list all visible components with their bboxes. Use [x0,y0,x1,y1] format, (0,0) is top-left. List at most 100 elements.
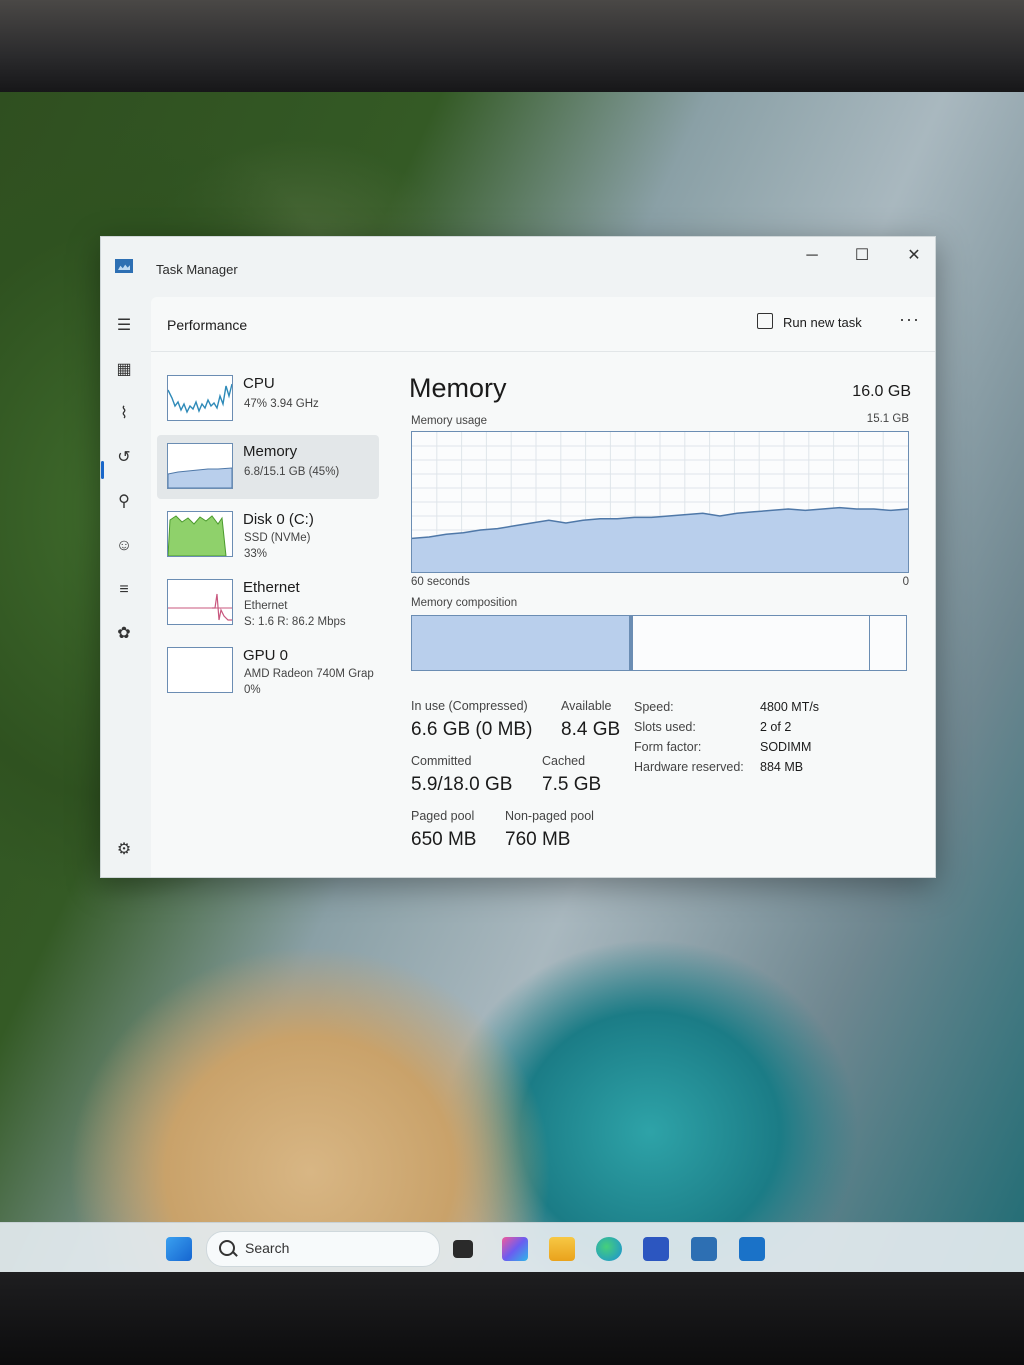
performance-page: Performance Run new task ··· CPU 47% 3.9… [151,297,935,877]
paged-pool-label: Paged pool [411,809,475,823]
device-usage: 0% [244,684,261,696]
in-use-label: In use (Compressed) [411,699,528,713]
performance-icon[interactable]: ⌇ [113,403,135,425]
form-factor-value: SODIMM [760,740,812,754]
slots-used-value: 2 of 2 [760,720,792,734]
memory-title: Memory [409,373,507,403]
disk-thumbnail-graph [167,511,233,557]
paged-pool-value: 650 MB [411,829,477,850]
available-value: 8.4 GB [561,719,621,740]
non-paged-pool-value: 760 MB [505,829,571,850]
in-use-segment [412,616,634,670]
page-header: Performance Run new task ··· [151,297,935,352]
device-usage: 33% [244,548,268,560]
speed-value: 4800 MT/s [760,700,820,714]
speed-label: Speed: [634,700,674,714]
details-icon[interactable]: ≡ [113,579,135,601]
slots-used-label: Slots used: [634,720,696,734]
device-detail: SSD (NVMe) [244,532,311,544]
cpu-sparkline [168,383,232,414]
minimize-button[interactable]: ─ [797,243,827,269]
form-factor-label: Form factor: [634,740,702,754]
device-list: CPU 47% 3.94 GHz Memory 6.8/15.1 GB (45%… [157,367,379,707]
settings-icon[interactable]: ⚙ [113,839,135,861]
device-name: Ethernet [243,579,300,596]
ethernet-sparkline [168,593,232,621]
monitor-bezel-bottom [0,1272,1024,1365]
start-windows-icon[interactable] [166,1237,192,1261]
device-memory[interactable]: Memory 6.8/15.1 GB (45%) [157,435,379,499]
taskbar-search-box[interactable]: Search [206,1231,440,1267]
hardware-reserved-value: 884 MB [760,760,804,774]
device-name: GPU 0 [243,647,289,664]
memory-sparkline [168,467,232,488]
non-paged-pool-label: Non-paged pool [505,809,594,823]
memory-composition-bar [411,615,907,671]
ethernet-thumbnail-graph [167,579,233,625]
monitor-bezel-top [0,0,1024,95]
active-nav-indicator [101,461,104,479]
gpu-thumbnail-graph [167,647,233,693]
time-axis-end: 0 [902,576,909,588]
window-title: Task Manager [156,262,238,277]
memory-usage-chart [412,432,908,572]
task-manager-window: Task Manager ─ ☐ ✕ ☰ ▦ ⌇ ↺ ⚲ ☺ ≡ ✿ ⚙ Per… [100,236,936,878]
committed-value: 5.9/18.0 GB [411,774,513,795]
device-throughput: S: 1.6 R: 86.2 Mbps [244,616,346,628]
device-detail: Ethernet [244,600,288,612]
device-cpu[interactable]: CPU 47% 3.94 GHz [157,367,379,431]
committed-label: Committed [411,754,472,768]
taskbar: Search [0,1222,1024,1275]
device-name: Memory [243,443,298,460]
cached-value: 7.5 GB [542,774,602,795]
memory-detail-panel: Memory 16.0 GB Memory usage 15.1 GB 60 s… [409,367,919,867]
available-label: Available [561,699,612,713]
app-history-icon[interactable]: ↺ [113,447,135,469]
cached-label: Cached [542,754,586,768]
more-options-button[interactable]: ··· [899,309,920,330]
processes-icon[interactable]: ▦ [113,359,135,381]
task-view-icon[interactable] [453,1240,473,1258]
device-detail: 47% 3.94 GHz [244,398,319,410]
task-manager-taskbar-icon[interactable] [691,1237,717,1261]
device-name: Disk 0 (C:) [243,511,314,528]
cpu-thumbnail-graph [167,375,233,421]
time-axis-start: 60 seconds [411,576,470,588]
outlook-icon[interactable] [739,1237,765,1261]
device-gpu-0[interactable]: GPU 0 AMD Radeon 740M Grap 0% [157,639,379,703]
run-new-task-button[interactable]: Run new task [757,313,862,335]
device-ethernet[interactable]: Ethernet Ethernet S: 1.6 R: 86.2 Mbps [157,571,379,635]
task-manager-app-icon [115,259,133,273]
maximize-button[interactable]: ☐ [847,243,877,269]
memory-thumbnail-graph [167,443,233,489]
microsoft-store-icon[interactable] [643,1237,669,1261]
hardware-reserved-label: Hardware reserved: [634,760,744,774]
startup-apps-icon[interactable]: ⚲ [113,491,135,513]
device-name: CPU [243,375,275,392]
memory-usage-graph [411,431,909,573]
hamburger-icon[interactable]: ☰ [113,315,135,337]
memory-usage-label: Memory usage [411,415,488,427]
memory-usage-max: 15.1 GB [866,413,909,425]
close-button[interactable]: ✕ [899,243,929,269]
run-new-task-icon [757,313,773,329]
services-icon[interactable]: ✿ [113,623,135,645]
memory-total: 16.0 GB [852,383,911,400]
users-icon[interactable]: ☺ [113,535,135,557]
search-placeholder: Search [245,1240,290,1256]
file-explorer-icon[interactable] [549,1237,575,1261]
disk-sparkline [168,515,227,556]
msi-center-icon[interactable] [502,1237,528,1261]
search-icon [219,1240,235,1256]
device-detail: 6.8/15.1 GB (45%) [244,466,340,478]
device-disk-0[interactable]: Disk 0 (C:) SSD (NVMe) 33% [157,503,379,567]
device-detail: AMD Radeon 740M Grap [244,668,374,680]
navigation-rail: ☰ ▦ ⌇ ↺ ⚲ ☺ ≡ ✿ ⚙ [101,297,149,877]
standby-divider [868,616,870,670]
in-use-value: 6.6 GB (0 MB) [411,719,533,740]
title-bar[interactable]: Task Manager ─ ☐ ✕ [101,237,935,297]
page-title: Performance [167,317,248,333]
memory-composition-label: Memory composition [411,597,518,609]
edge-browser-icon[interactable] [596,1237,622,1261]
run-new-task-label: Run new task [783,315,862,330]
